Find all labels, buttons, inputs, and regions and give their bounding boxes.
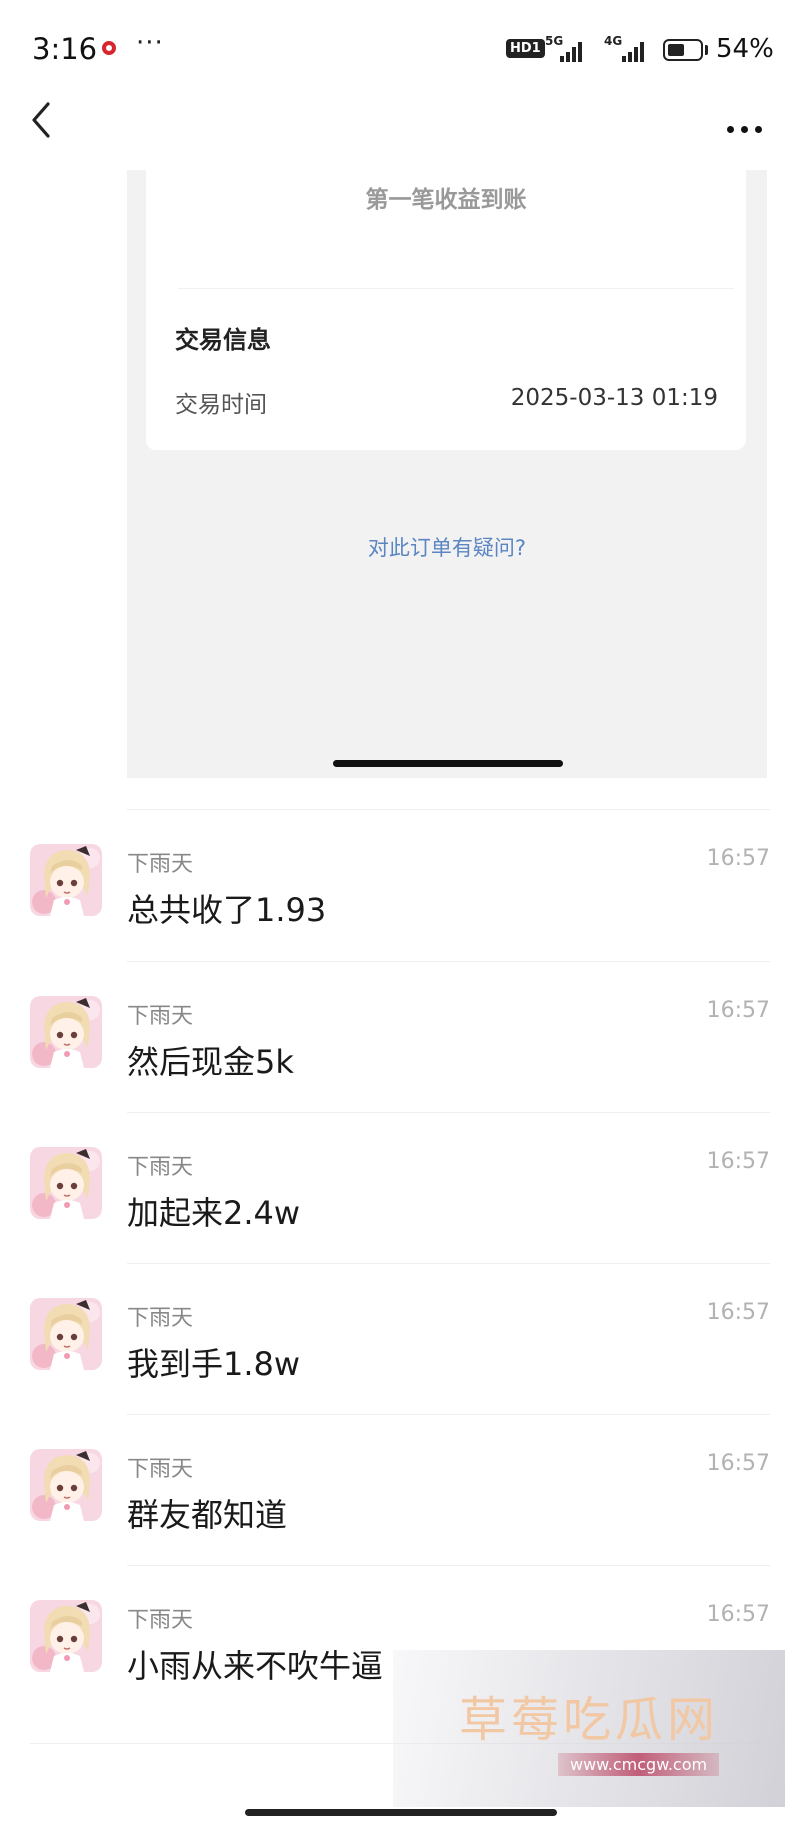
sender-name: 下雨天 bbox=[127, 1457, 194, 1482]
status-time: 3:16 bbox=[32, 32, 98, 66]
trade-time-value: 2025-03-13 01:19 bbox=[510, 385, 718, 411]
signal-5g-icon bbox=[560, 40, 582, 62]
anime-girl-avatar-icon bbox=[30, 996, 102, 1068]
message-time: 16:57 bbox=[706, 998, 770, 1023]
receipt-card: 第一笔收益到账 交易信息 交易时间 2025-03-13 01:19 bbox=[146, 170, 746, 450]
watermark: 草莓吃瓜网 www.cmcgw.com bbox=[393, 1650, 785, 1807]
sender-name: 下雨天 bbox=[127, 1306, 194, 1331]
message-text: 加起来2.4w bbox=[127, 1194, 301, 1232]
message-item[interactable]: 下雨天 16:57 总共收了1.93 bbox=[0, 810, 800, 961]
sender-avatar[interactable] bbox=[30, 844, 102, 916]
receipt-headline: 第一笔收益到账 bbox=[365, 187, 527, 213]
more-options-button[interactable] bbox=[722, 114, 766, 144]
message-item[interactable]: 下雨天 16:57 加起来2.4w bbox=[0, 1113, 800, 1264]
message-text: 然后现金5k bbox=[127, 1043, 294, 1081]
status-more-text: ··· bbox=[136, 28, 164, 58]
sender-name: 下雨天 bbox=[127, 1155, 194, 1180]
message-text: 群友都知道 bbox=[127, 1496, 288, 1534]
receipt-divider bbox=[178, 288, 734, 289]
anime-girl-avatar-icon bbox=[30, 1449, 102, 1521]
sender-avatar[interactable] bbox=[30, 1147, 102, 1219]
message-text: 我到手1.8w bbox=[127, 1345, 301, 1383]
battery-icon bbox=[663, 39, 703, 61]
trade-time-label: 交易时间 bbox=[175, 392, 267, 418]
sender-name: 下雨天 bbox=[127, 852, 194, 877]
message-item[interactable]: 下雨天 16:57 我到手1.8w bbox=[0, 1264, 800, 1415]
anime-girl-avatar-icon bbox=[30, 1298, 102, 1370]
watermark-url: www.cmcgw.com bbox=[558, 1753, 720, 1776]
chevron-left-icon bbox=[32, 102, 50, 138]
order-question-link[interactable]: 对此订单有疑问? bbox=[127, 532, 767, 562]
anime-girl-avatar-icon bbox=[30, 844, 102, 916]
message-item[interactable]: 下雨天 16:57 然后现金5k bbox=[0, 962, 800, 1113]
hd-badge: HD1 bbox=[506, 39, 545, 58]
sender-avatar[interactable] bbox=[30, 1449, 102, 1521]
battery-tip bbox=[705, 45, 708, 55]
sender-avatar[interactable] bbox=[30, 1298, 102, 1370]
more-dot-icon bbox=[726, 125, 734, 133]
message-text: 总共收了1.93 bbox=[127, 891, 327, 929]
sender-name: 下雨天 bbox=[127, 1608, 194, 1633]
recording-dot-icon bbox=[102, 41, 116, 55]
signal-4g-icon bbox=[622, 40, 644, 62]
watermark-title: 草莓吃瓜网 bbox=[458, 1692, 719, 1748]
message-time: 16:57 bbox=[706, 1149, 770, 1174]
sender-avatar[interactable] bbox=[30, 996, 102, 1068]
anime-girl-avatar-icon bbox=[30, 1147, 102, 1219]
message-text: 小雨从来不吹牛逼 bbox=[127, 1647, 384, 1685]
sender-name: 下雨天 bbox=[127, 1004, 194, 1029]
battery-percent: 54% bbox=[716, 34, 774, 64]
more-dot-icon bbox=[754, 125, 762, 133]
message-time: 16:57 bbox=[706, 1451, 770, 1476]
back-button[interactable] bbox=[24, 100, 64, 160]
message-item[interactable]: 下雨天 16:57 群友都知道 bbox=[0, 1415, 800, 1566]
nav-bar bbox=[0, 100, 800, 170]
sender-avatar[interactable] bbox=[30, 1600, 102, 1672]
message-time: 16:57 bbox=[706, 846, 770, 871]
more-dot-icon bbox=[740, 125, 748, 133]
anime-girl-avatar-icon bbox=[30, 1600, 102, 1672]
message-time: 16:57 bbox=[706, 1602, 770, 1627]
home-indicator bbox=[245, 1809, 557, 1816]
message-time: 16:57 bbox=[706, 1300, 770, 1325]
receipt-section-title: 交易信息 bbox=[175, 326, 271, 354]
status-bar: 3:16 ··· HD1 5G 4G 54% bbox=[0, 0, 800, 100]
network-4g-label: 4G bbox=[604, 34, 623, 48]
receipt-home-indicator bbox=[333, 760, 563, 767]
shared-receipt-image[interactable]: 第一笔收益到账 交易信息 交易时间 2025-03-13 01:19 对此订单有… bbox=[127, 170, 767, 778]
